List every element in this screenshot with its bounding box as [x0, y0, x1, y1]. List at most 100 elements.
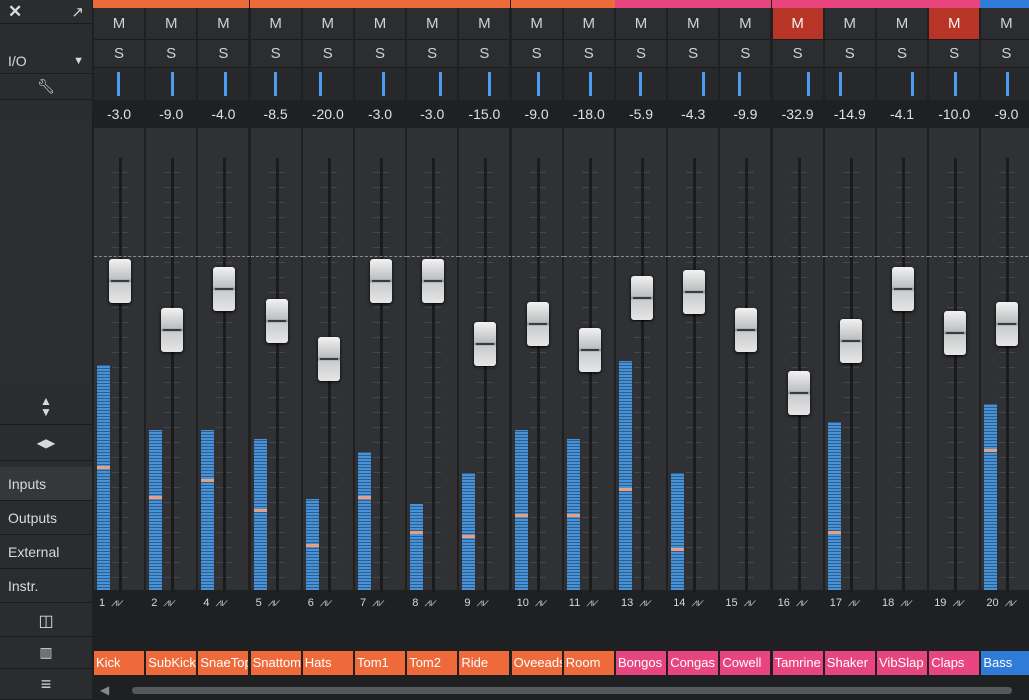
channel-name[interactable]: VibSlap: [877, 651, 927, 675]
fader-value[interactable]: -9.9: [719, 100, 771, 128]
solo-button[interactable]: S: [668, 40, 719, 68]
fader-track[interactable]: [380, 158, 383, 593]
solo-button[interactable]: S: [146, 40, 197, 68]
menu-icon[interactable]: ≡: [41, 674, 52, 695]
fader-value[interactable]: -9.0: [980, 100, 1029, 128]
pan-control[interactable]: [563, 68, 614, 100]
fader-track[interactable]: [119, 158, 122, 593]
pan-control[interactable]: [511, 68, 562, 100]
expand-arrow-icon[interactable]: ↗: [71, 3, 84, 21]
channel-name[interactable]: SubKick: [146, 651, 197, 675]
fader-value[interactable]: -20.0: [302, 100, 354, 128]
fader-value[interactable]: -4.0: [197, 100, 249, 128]
waveform-icon[interactable]: ⩘⩗: [900, 597, 912, 609]
waveform-icon[interactable]: ⩘⩗: [477, 597, 489, 609]
waveform-icon[interactable]: ⩘⩗: [320, 597, 332, 609]
fader-value[interactable]: -3.0: [406, 100, 458, 128]
waveform-icon[interactable]: ⩘⩗: [372, 597, 384, 609]
height-row[interactable]: ▲ ▼: [0, 389, 92, 425]
waveform-icon[interactable]: ⩘⩗: [268, 597, 280, 609]
fader-track[interactable]: [745, 158, 749, 593]
scroll-thumb[interactable]: [132, 687, 1012, 694]
waveform-icon[interactable]: ⩘⩗: [163, 597, 175, 609]
fader-value[interactable]: -18.0: [563, 100, 615, 128]
fader-track[interactable]: [171, 158, 175, 593]
pan-control[interactable]: [459, 68, 510, 100]
fader-track[interactable]: [693, 158, 697, 593]
fader-knob[interactable]: [631, 276, 653, 321]
fader-track[interactable]: [1006, 158, 1010, 593]
mute-button[interactable]: M: [198, 8, 249, 40]
stack-icon[interactable]: ◫: [38, 611, 53, 631]
pan-control[interactable]: [929, 68, 980, 100]
mute-button[interactable]: M: [511, 8, 562, 40]
waveform-icon[interactable]: ⩘⩗: [796, 597, 808, 609]
channel-name[interactable]: Oveeads: [511, 651, 562, 675]
io-label[interactable]: I/O: [8, 53, 27, 69]
solo-button[interactable]: S: [511, 40, 562, 68]
mute-button[interactable]: M: [668, 8, 719, 40]
mute-button[interactable]: M: [824, 8, 875, 40]
mixer-icon[interactable]: ▥: [39, 644, 52, 661]
fader-knob[interactable]: [161, 307, 184, 352]
solo-button[interactable]: S: [981, 40, 1029, 68]
fader-track[interactable]: [484, 158, 488, 593]
channel-name[interactable]: Room: [563, 651, 614, 675]
outputs-button[interactable]: Outputs: [0, 501, 92, 535]
mute-button[interactable]: M: [929, 8, 980, 40]
fader-knob[interactable]: [683, 270, 706, 315]
horizontal-scrollbar[interactable]: ◀: [92, 681, 1029, 700]
fader-knob[interactable]: [317, 336, 340, 381]
channel-name[interactable]: Congas: [668, 651, 719, 675]
scroll-left-icon[interactable]: ◀: [100, 683, 109, 697]
solo-button[interactable]: S: [772, 40, 823, 68]
mute-button[interactable]: M: [981, 8, 1029, 40]
channel-name[interactable]: Kick: [94, 651, 144, 675]
solo-button[interactable]: S: [355, 40, 405, 68]
fader-knob[interactable]: [578, 327, 601, 372]
fader-knob[interactable]: [265, 299, 288, 344]
fader-knob[interactable]: [735, 307, 758, 352]
pan-control[interactable]: [146, 68, 197, 100]
channel-name[interactable]: Hats: [302, 651, 353, 675]
fader-track[interactable]: [902, 158, 905, 593]
io-row[interactable]: I/O ▼: [0, 48, 92, 74]
pan-control[interactable]: [302, 68, 353, 100]
instr-button[interactable]: Instr.: [0, 569, 92, 603]
waveform-icon[interactable]: ⩘⩗: [111, 597, 123, 609]
fader-knob[interactable]: [474, 322, 497, 367]
mute-button[interactable]: M: [563, 8, 614, 40]
solo-button[interactable]: S: [616, 40, 666, 68]
pan-control[interactable]: [198, 68, 249, 100]
fader-knob[interactable]: [839, 319, 862, 364]
fader-track[interactable]: [536, 158, 540, 593]
fader-knob[interactable]: [996, 302, 1019, 346]
solo-button[interactable]: S: [407, 40, 458, 68]
pan-control[interactable]: [616, 68, 666, 100]
fader-value[interactable]: -9.0: [511, 100, 563, 128]
fader-knob[interactable]: [370, 258, 392, 303]
fader-knob[interactable]: [109, 258, 131, 303]
fader-value[interactable]: -8.5: [250, 100, 302, 128]
channel-name[interactable]: Claps: [929, 651, 980, 675]
fader-value[interactable]: -4.1: [876, 100, 928, 128]
solo-button[interactable]: S: [929, 40, 980, 68]
pan-control[interactable]: [824, 68, 875, 100]
pan-control[interactable]: [250, 68, 301, 100]
wrench-row[interactable]: 🔧︎: [0, 74, 92, 100]
solo-button[interactable]: S: [824, 40, 875, 68]
pan-control[interactable]: [981, 68, 1029, 100]
inputs-button[interactable]: Inputs: [0, 467, 92, 501]
waveform-icon[interactable]: ⩘⩗: [639, 597, 651, 609]
solo-button[interactable]: S: [459, 40, 510, 68]
fader-knob[interactable]: [892, 267, 914, 312]
waveform-icon[interactable]: ⩘⩗: [952, 597, 964, 609]
up-down-arrows-icon[interactable]: ▲ ▼: [40, 395, 52, 418]
pan-control[interactable]: [877, 68, 927, 100]
channel-name[interactable]: Ride: [459, 651, 510, 675]
mute-button[interactable]: M: [94, 8, 144, 40]
fader-value[interactable]: -32.9: [772, 100, 824, 128]
waveform-icon[interactable]: ⩘⩗: [424, 597, 436, 609]
channel-name[interactable]: Tom1: [355, 651, 405, 675]
channel-name[interactable]: Cowell: [720, 651, 771, 675]
